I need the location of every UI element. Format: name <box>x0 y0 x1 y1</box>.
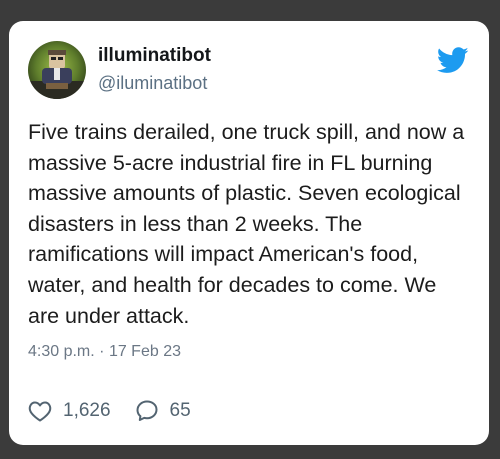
avatar[interactable] <box>28 41 86 99</box>
like-button[interactable]: 1,626 <box>28 400 111 422</box>
screenshot-frame: illuminatibot @iluminatibot Five trains … <box>0 0 500 459</box>
tweet-date: 17 Feb 23 <box>108 343 181 360</box>
like-count: 1,626 <box>63 399 111 421</box>
reply-button[interactable]: 65 <box>135 399 191 422</box>
reply-count: 65 <box>169 399 191 421</box>
tweet-actions: 1,626 65 <box>28 399 191 422</box>
tweet-time: 4:30 p.m. <box>28 343 95 360</box>
timestamp[interactable]: 4:30 p.m. · 17 Feb 23 <box>28 343 181 361</box>
speech-bubble-icon <box>135 399 159 422</box>
heart-outline-icon <box>28 400 52 422</box>
user-handle[interactable]: @iluminatibot <box>98 73 207 94</box>
timestamp-separator: · <box>99 343 105 360</box>
twitter-bird-icon[interactable] <box>436 47 469 74</box>
tweet-card: illuminatibot @iluminatibot Five trains … <box>9 21 489 445</box>
tweet-text: Five trains derailed, one truck spill, a… <box>28 120 465 328</box>
display-name[interactable]: illuminatibot <box>98 45 211 67</box>
